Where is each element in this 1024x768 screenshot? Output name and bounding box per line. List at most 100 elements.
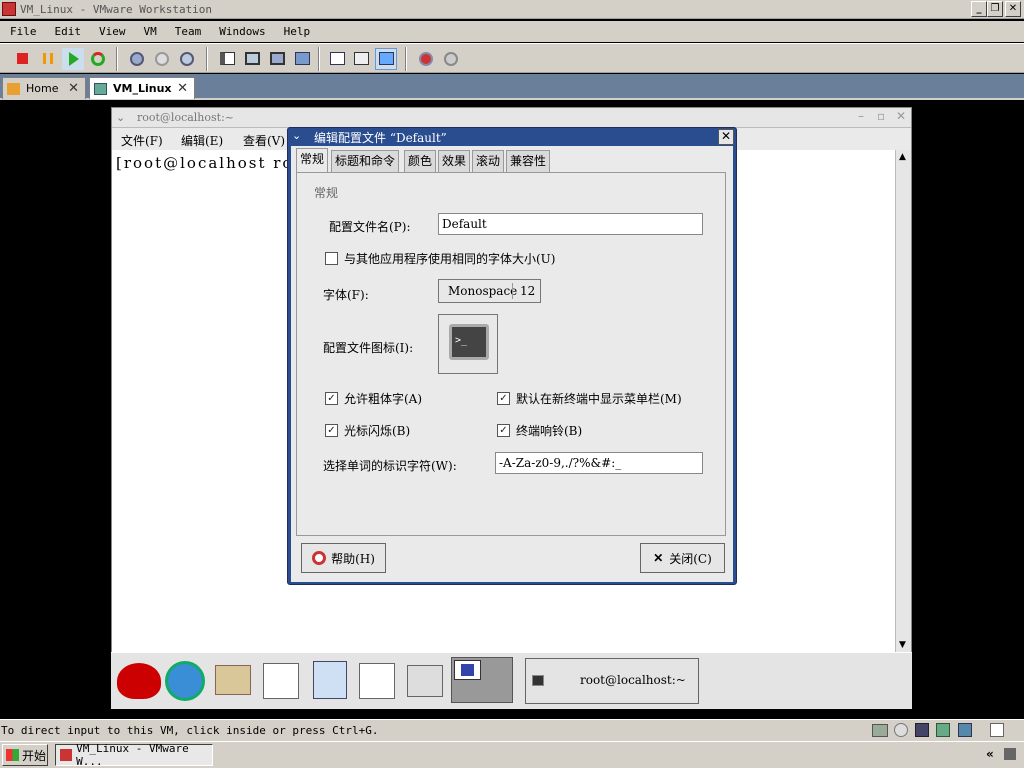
dialog-menu-icon[interactable]: ⌄ — [292, 129, 301, 142]
window-menu-icon[interactable]: ⌄ — [116, 111, 125, 124]
profile-icon-button[interactable]: >_ — [438, 314, 498, 374]
status-text: To direct input to this VM, click inside… — [1, 724, 379, 737]
terminal-menu-edit[interactable]: 编辑(E) — [181, 132, 223, 149]
word-chars-input[interactable]: -A-Za-z0-9,./?%&#:_ — [495, 452, 703, 474]
terminal-bell-label: 终端响铃(B) — [516, 424, 583, 438]
record-icon[interactable] — [415, 48, 437, 70]
start-button[interactable]: 开始 — [2, 744, 48, 766]
tab-colors[interactable]: 颜色 — [404, 150, 437, 172]
hard-disk-icon[interactable] — [872, 724, 888, 737]
show-menubar-checkbox[interactable]: ✓ — [497, 392, 510, 405]
close-button[interactable]: ✕ — [1005, 1, 1021, 17]
close-dialog-button[interactable]: ✕ 关闭(C) — [640, 543, 725, 573]
taskbar-vmware-label: VM_Linux - VMware W... — [76, 742, 189, 768]
tab-general[interactable]: 常规 — [296, 148, 329, 173]
gnome-panel: root@localhost:~ — [111, 652, 912, 709]
full-screen-icon[interactable] — [266, 48, 288, 70]
allow-bold-checkbox[interactable]: ✓ — [325, 392, 338, 405]
menu-vm[interactable]: VM — [144, 25, 157, 38]
vmware-title-bar: VM_Linux - VMware Workstation _ ❐ ✕ — [0, 0, 1024, 19]
menu-team[interactable]: Team — [175, 25, 202, 38]
close-tab-vm-linux-icon[interactable]: ✕ — [177, 81, 188, 96]
section-heading: 常规 — [314, 186, 339, 200]
menu-file[interactable]: File — [10, 25, 37, 38]
cdrom-icon[interactable] — [894, 723, 908, 737]
terminal-title: root@localhost:~ — [137, 111, 234, 124]
revert-snapshot-icon[interactable] — [151, 48, 173, 70]
terminal-menu-view[interactable]: 查看(V) — [243, 132, 285, 149]
sidebar-view-icon[interactable] — [216, 48, 238, 70]
menu-windows[interactable]: Windows — [219, 25, 265, 38]
appliance-view-icon[interactable] — [375, 48, 397, 70]
menu-help[interactable]: Help — [284, 25, 311, 38]
workspace-switcher[interactable] — [451, 657, 513, 703]
status-bar: To direct input to this VM, click inside… — [0, 719, 1024, 741]
workspace-1[interactable] — [454, 660, 481, 680]
restore-button[interactable]: ❐ — [987, 1, 1003, 17]
terminal-bell-checkbox[interactable]: ✓ — [497, 424, 510, 437]
replay-icon[interactable] — [440, 48, 462, 70]
tab-scrolling[interactable]: 滚动 — [472, 150, 505, 172]
writer-icon[interactable] — [263, 663, 299, 699]
usb-icon[interactable] — [958, 723, 972, 737]
speaker-icon[interactable] — [1004, 748, 1016, 760]
dialog-title-bar: ⌄ 编辑配置文件 “Default” ✕ — [288, 128, 736, 146]
summary-view-icon[interactable] — [350, 48, 372, 70]
minimize-button[interactable]: _ — [971, 1, 987, 17]
menu-view[interactable]: View — [99, 25, 126, 38]
browser-icon[interactable] — [165, 661, 205, 701]
terminal-prompt: [root@localhost roo — [116, 154, 305, 172]
close-tab-home-icon[interactable]: ✕ — [68, 81, 79, 96]
taskbar-vmware-button[interactable]: VM_Linux - VMware W... — [55, 742, 213, 768]
terminal-close-icon[interactable]: ✕ — [896, 109, 906, 123]
floppy-icon[interactable] — [915, 723, 929, 737]
mail-icon[interactable] — [215, 665, 251, 695]
terminal-scrollbar[interactable]: ▲ ▼ — [895, 150, 911, 652]
scroll-up-icon[interactable]: ▲ — [899, 152, 906, 162]
profile-name-label: 配置文件名(P): — [329, 220, 411, 234]
close-icon: ✕ — [653, 551, 664, 565]
tab-effects[interactable]: 效果 — [438, 150, 471, 172]
network-icon[interactable] — [936, 723, 950, 737]
printer-icon[interactable] — [407, 665, 443, 697]
tab-vm-linux[interactable]: VM_Linux ✕ — [89, 77, 195, 99]
tab-home[interactable]: Home ✕ — [2, 77, 86, 99]
terminal-menu-file[interactable]: 文件(F) — [121, 132, 163, 149]
multi-window-icon[interactable] — [291, 48, 313, 70]
edit-profile-dialog: ⌄ 编辑配置文件 “Default” ✕ 常规 标题和命令 颜色 效果 滚动 兼… — [287, 127, 737, 585]
terminal-icon: >_ — [449, 324, 489, 360]
menu-edit[interactable]: Edit — [55, 25, 82, 38]
terminal-maximize-icon[interactable]: ▫ — [877, 109, 885, 123]
vm-icon — [94, 82, 107, 95]
profile-name-input[interactable]: Default — [438, 213, 703, 235]
same-font-size-label: 与其他应用程序使用相同的字体大小(U) — [344, 252, 556, 266]
vmware-app-icon — [2, 2, 16, 16]
taskbar-window-button[interactable]: root@localhost:~ — [525, 658, 699, 704]
power-on-icon[interactable] — [62, 48, 84, 70]
impress-icon[interactable] — [313, 661, 347, 699]
scroll-down-icon[interactable]: ▼ — [899, 640, 906, 650]
snapshot-manager-icon[interactable] — [176, 48, 198, 70]
reset-icon[interactable] — [87, 48, 109, 70]
quick-switch-icon[interactable] — [241, 48, 263, 70]
tray-expand-icon[interactable]: « — [986, 747, 994, 761]
font-picker-button[interactable]: Monospace 12 — [438, 279, 541, 303]
suspend-icon[interactable] — [37, 48, 59, 70]
cursor-blink-checkbox[interactable]: ✓ — [325, 424, 338, 437]
message-icon[interactable] — [990, 723, 1004, 737]
tab-home-label: Home — [26, 82, 59, 95]
window-title: VM_Linux - VMware Workstation — [20, 2, 213, 16]
snapshot-icon[interactable] — [126, 48, 148, 70]
power-off-icon[interactable] — [12, 48, 34, 70]
home-icon — [7, 82, 20, 95]
help-button[interactable]: 帮助(H) — [301, 543, 386, 573]
redhat-menu-icon[interactable] — [117, 663, 161, 699]
same-font-size-checkbox[interactable] — [325, 252, 338, 265]
dialog-close-icon[interactable]: ✕ — [718, 129, 734, 145]
tab-title-command[interactable]: 标题和命令 — [331, 150, 400, 172]
terminal-minimize-icon[interactable]: – — [858, 109, 864, 123]
menu-bar: File Edit View VM Team Windows Help — [0, 21, 1024, 42]
tab-compatibility[interactable]: 兼容性 — [506, 150, 551, 172]
console-view-icon[interactable] — [326, 48, 348, 70]
calc-icon[interactable] — [359, 663, 395, 699]
